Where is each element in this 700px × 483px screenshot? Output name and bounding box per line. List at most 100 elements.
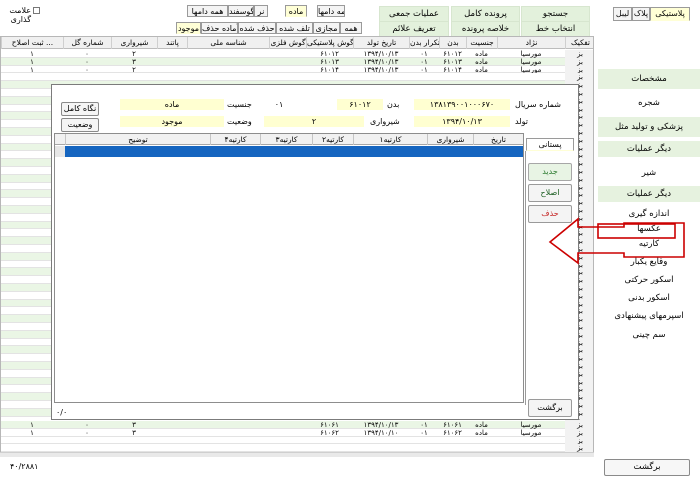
grid-cell xyxy=(157,429,187,437)
col-national-id[interactable]: شناسه ملی xyxy=(187,37,269,49)
tab-label[interactable]: لیبل xyxy=(613,7,632,21)
tab-dead[interactable]: تلف شده xyxy=(276,22,313,34)
karteh-selected-row[interactable] xyxy=(65,146,523,157)
tab-plastic[interactable]: پلاستیکی xyxy=(650,7,690,21)
grid-cell: بز xyxy=(565,421,593,429)
tab-ready-remove[interactable]: آماده حذف xyxy=(201,22,238,34)
nav-other-ops-2[interactable]: دیگر عملیات xyxy=(598,186,700,202)
col-body-rep[interactable]: تکرار بدن xyxy=(409,37,439,49)
grid-cell: ۶۱۰۱۳ xyxy=(320,57,339,66)
grid-top-row[interactable]: بز مورسیا ماده ۶۱۰۱۳ ۰۱ ۱۳۹۴/۱۰/۱۳ ۶۱۰۱۳ ۳ ۰ ۱ xyxy=(1,57,593,66)
grid-cell xyxy=(269,50,306,58)
batch-ops-button[interactable]: عملیات جمعی xyxy=(379,6,449,22)
nav-sperm[interactable]: اسپرمهای پیشنهادی xyxy=(598,309,700,323)
main-back-button[interactable]: برگشت xyxy=(604,459,690,476)
grid-cell: ماده xyxy=(475,50,488,58)
karteh-record-count: ۰/۰ xyxy=(56,408,68,417)
search-button[interactable]: جستجو xyxy=(521,6,590,22)
grid-cell: ۶۱۰۱۴ xyxy=(320,65,339,74)
tab-sheep[interactable]: گوسفند xyxy=(228,5,254,17)
birth-value: ۱۳۹۴/۱۰/۱۳ xyxy=(414,116,510,127)
grid-row[interactable]: بز xyxy=(1,436,593,445)
kcol-karteh4[interactable]: کارتیه۴ xyxy=(210,134,260,145)
gender-value: ماده xyxy=(120,99,224,110)
grid-cell: ماده xyxy=(475,65,488,74)
kcol-milk[interactable]: شیرواری xyxy=(427,134,473,145)
kcol-desc[interactable]: توضیح xyxy=(65,134,210,145)
grid-bottom-row[interactable]: بز مورسیا ماده ۶۱۰۶۲ ۰۱ ۱۳۹۴/۱۰/۱۰ ۶۱۰۶۲ ۳ ۰ ۱ xyxy=(1,428,593,437)
tab-female[interactable]: ماده xyxy=(285,5,307,17)
grid-cell: ۰ xyxy=(85,65,89,74)
col-body[interactable]: بدن xyxy=(439,37,466,49)
col-breed[interactable]: نژاد xyxy=(497,37,565,49)
tab-removed[interactable]: حذف شده xyxy=(238,22,276,34)
nav-hoof[interactable]: سم چینی xyxy=(598,328,700,342)
grid-cell: ۱۳۹۴/۱۰/۱۰ xyxy=(363,428,399,437)
tab-existing[interactable]: موجود xyxy=(176,22,201,34)
col-category[interactable]: تفکیک xyxy=(565,37,593,49)
grid-cell: ۳ xyxy=(132,57,136,66)
grid-top-row[interactable]: بز مورسیا ماده ۶۱۰۱۲ ۰۱ ۱۳۹۴/۱۰/۱۳ ۶۱۰۱۲ ۲ ۰ ۱ xyxy=(1,50,593,58)
grid-top-row[interactable]: بز مورسیا ماده ۶۱۰۱۴ ۰۱ ۱۳۹۴/۱۰/۱۳ ۶۱۰۱۴ ۲ ۰ ۱ xyxy=(1,65,593,74)
grid-cell: ۰ xyxy=(85,428,89,437)
col-milk[interactable]: شیرواری xyxy=(111,37,157,49)
keep-full-button[interactable]: نگاه کامل xyxy=(61,102,99,116)
kcol-karteh2[interactable]: کارتیه۲ xyxy=(312,134,353,145)
file-summary-button[interactable]: خلاصه پرونده xyxy=(451,21,520,37)
grid-bottom-row[interactable]: بز مورسیا ماده ۶۱۰۶۱ ۰۱ ۱۳۹۴/۱۰/۱۳ ۶۱۰۶۱ ۳ ۰ ۱ xyxy=(1,421,593,429)
grid-cell xyxy=(157,421,187,429)
grid-cell: ۶۱۰۱۲ xyxy=(443,50,462,58)
tab-all-animals-1[interactable]: همه دامها xyxy=(317,5,345,17)
tab-virtual[interactable]: مجازی xyxy=(313,22,340,34)
status-button[interactable]: وضعیت xyxy=(61,118,99,132)
karteh-row-marker xyxy=(55,146,65,157)
grid-row[interactable]: بز xyxy=(1,73,593,82)
grid-cell: بز xyxy=(565,57,593,66)
tab-plak[interactable]: پلاک xyxy=(632,7,650,21)
birth-label: تولد xyxy=(515,117,528,126)
karteh-table-header: تاریخ شیرواری کارتیه۱ کارتیه۲ کارتیه۳ کا… xyxy=(55,134,523,145)
tab-all[interactable]: همه xyxy=(340,22,362,34)
grid-cell: بز xyxy=(565,428,593,437)
col-metal-ear[interactable]: گوش فلزی xyxy=(269,37,306,49)
grid-cell: مورسیا xyxy=(520,57,542,66)
col-birth[interactable]: تاریخ تولد xyxy=(353,37,409,49)
grid-cell: ۶۱۰۶۱ xyxy=(443,421,462,429)
new-button[interactable]: جدید xyxy=(528,163,572,181)
kcol-karteh1[interactable]: کارتیه۱ xyxy=(353,134,427,145)
col-gender[interactable]: جنسیت xyxy=(466,37,497,49)
nav-body-score[interactable]: اسکور بدنی xyxy=(598,291,700,305)
dialog-back-button[interactable]: برگشت xyxy=(528,399,572,417)
grid-cell: بز xyxy=(565,50,593,58)
body-label: بدن xyxy=(387,100,400,109)
nav-milk[interactable]: شیر xyxy=(598,166,700,180)
grid-cell: ۱۳۹۴/۱۰/۱۳ xyxy=(363,50,399,58)
tab-all-animals-2[interactable]: همه دامها xyxy=(187,5,228,17)
grid-cell: ۰ xyxy=(85,421,89,429)
nav-pedigree[interactable]: شجره xyxy=(598,93,700,113)
milk-value: ۲ xyxy=(264,116,364,127)
grid-cell: ۶۱۰۱۴ xyxy=(443,65,462,74)
grid-cell: ماده xyxy=(475,57,488,66)
col-register[interactable]: ثبت اصلاح ... xyxy=(1,37,63,49)
gender-label: جنسیت xyxy=(227,100,252,109)
kcol-date[interactable]: تاریخ xyxy=(473,134,523,145)
grid-cell: ۰۱ xyxy=(420,421,428,429)
col-patand[interactable]: پاتند xyxy=(157,37,187,49)
col-herd-num[interactable]: شماره گل xyxy=(63,37,111,49)
full-file-button[interactable]: پرونده کامل xyxy=(451,6,520,22)
edit-button[interactable]: اصلاح xyxy=(528,184,572,202)
tab-male[interactable]: نر xyxy=(254,5,268,17)
karteh-table[interactable]: تاریخ شیرواری کارتیه۱ کارتیه۲ کارتیه۳ کا… xyxy=(54,133,524,403)
define-signs-button[interactable]: تعریف علائم xyxy=(379,21,449,37)
tab-breast[interactable]: پستانی xyxy=(526,138,574,151)
nav-details[interactable]: مشخصات xyxy=(598,69,700,89)
grid-scrollbar[interactable] xyxy=(0,452,594,457)
nav-medical[interactable]: پزشکی و تولید مثل xyxy=(598,117,700,137)
mark-checkbox[interactable] xyxy=(33,7,40,14)
nav-other-ops-1[interactable]: دیگر عملیات xyxy=(598,141,700,157)
kcol-karteh3[interactable]: کارتیه۳ xyxy=(260,134,312,145)
grid-cell: ۱ xyxy=(30,65,34,74)
col-plastic-ear[interactable]: گوش پلاستیکی xyxy=(306,37,353,49)
select-line-button[interactable]: انتخاب خط xyxy=(521,21,590,37)
